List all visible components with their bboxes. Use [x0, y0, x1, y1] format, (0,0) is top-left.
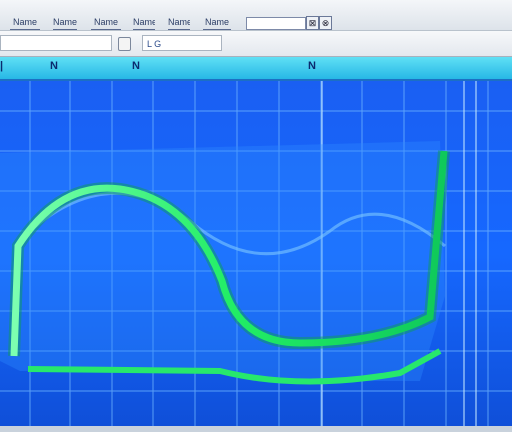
trace-envelope — [0, 141, 445, 381]
restore-icon[interactable]: ⊠ — [306, 16, 319, 30]
status-bar — [0, 426, 512, 432]
menu-item[interactable]: Name — [53, 16, 77, 30]
ruler-marker[interactable]: N — [50, 60, 58, 72]
ruler-marker[interactable]: N — [308, 60, 316, 72]
menu-item[interactable]: Name — [91, 16, 121, 30]
path-field[interactable] — [0, 35, 112, 51]
view-field[interactable]: L G — [142, 35, 222, 51]
menu-item[interactable]: Name — [10, 16, 40, 30]
ruler-bar: | N N N — [0, 57, 512, 81]
ruler-start-tick: | — [0, 60, 4, 72]
view-field-label: L G — [147, 39, 162, 49]
ruler-marker[interactable]: N — [132, 60, 140, 72]
menu-bar: Name Name Name Name Name Name ⊠ ⊗ — [0, 0, 512, 31]
menu-item[interactable]: Name — [203, 16, 231, 30]
close-icon[interactable]: ⊗ — [319, 16, 332, 30]
document-icon[interactable] — [118, 37, 131, 51]
plot-area[interactable] — [0, 81, 512, 427]
toolbar: L G — [0, 31, 512, 57]
menu-item[interactable]: Name — [168, 16, 190, 30]
search-input[interactable] — [246, 17, 306, 30]
menu-item[interactable]: Name — [133, 16, 155, 30]
